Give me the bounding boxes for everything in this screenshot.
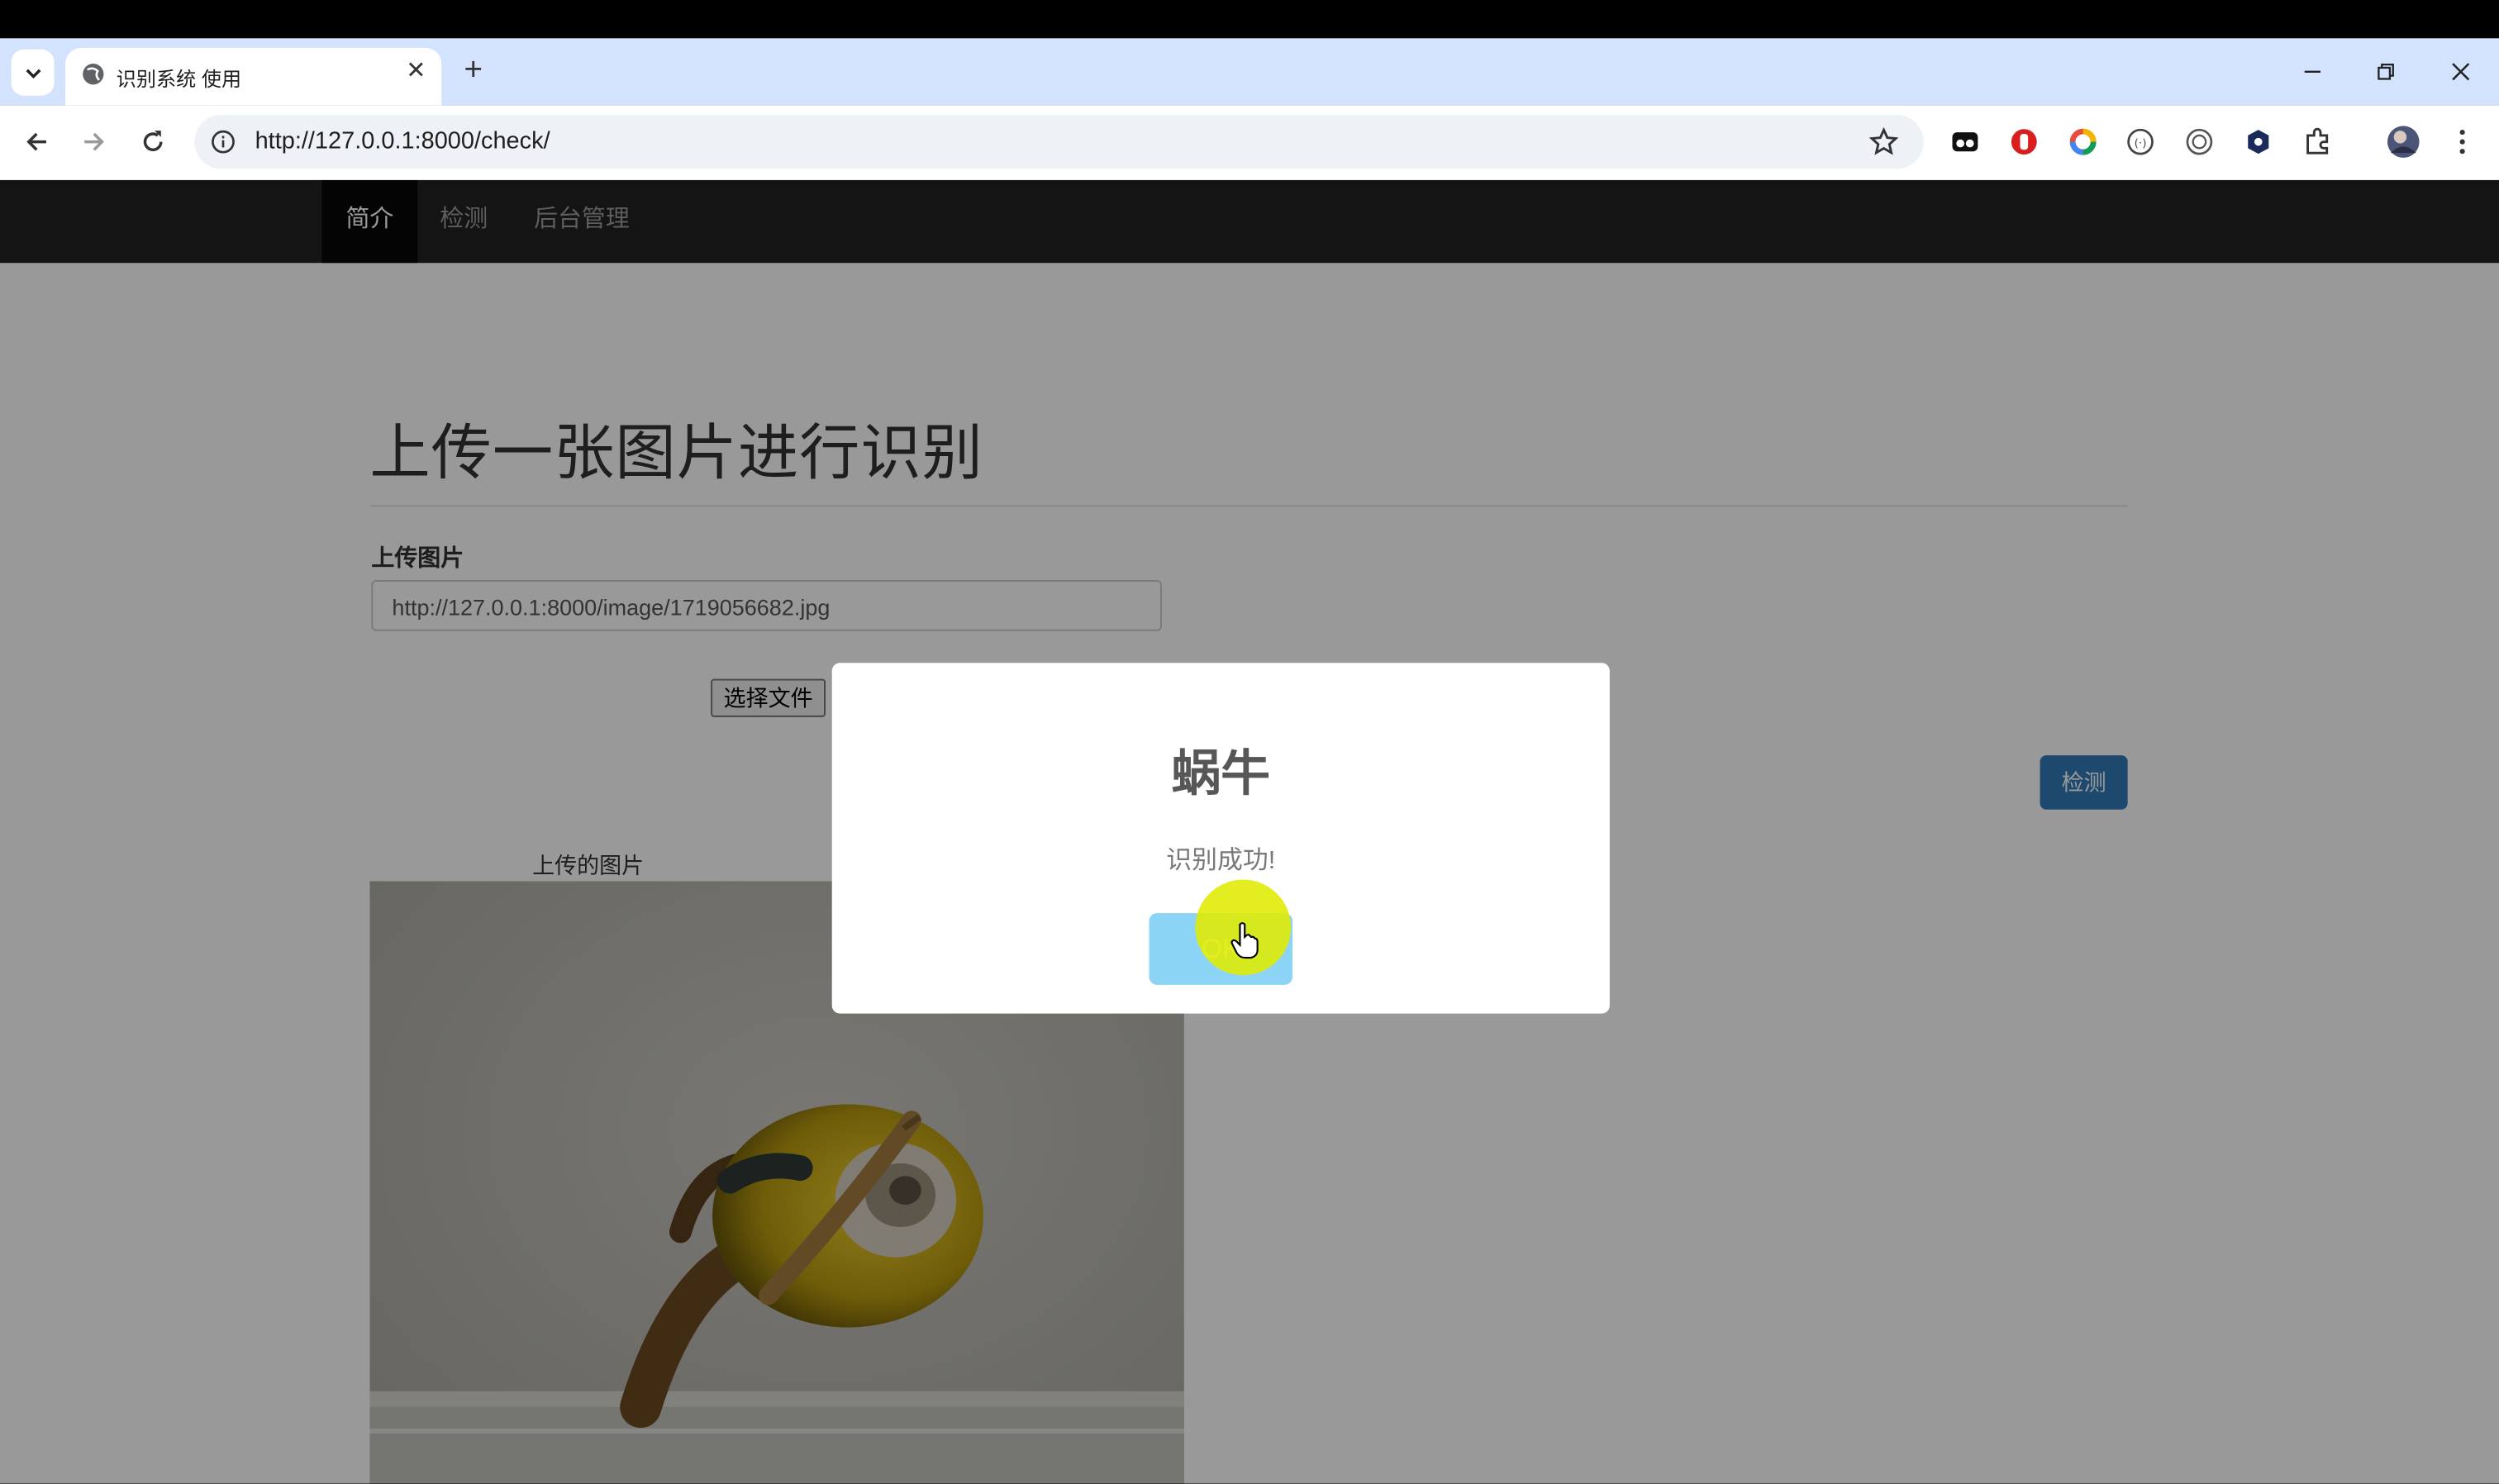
browser-menu-button[interactable] [2444, 124, 2479, 159]
svg-text:(·): (·) [2135, 136, 2147, 150]
reload-icon [143, 131, 163, 152]
extensions-menu-button[interactable] [2300, 124, 2335, 159]
url-text[interactable]: http://127.0.0.1:8000/check/ [255, 127, 550, 155]
avatar-icon [2387, 126, 2420, 158]
close-tab-icon[interactable]: ✕ [402, 55, 431, 84]
globe-icon [83, 64, 104, 85]
new-tab-button[interactable]: + [456, 53, 491, 88]
minimize-button[interactable] [2288, 50, 2336, 94]
back-button[interactable] [16, 122, 57, 160]
close-icon [2452, 63, 2470, 81]
result-message: 识别成功! [1166, 847, 1276, 875]
extension-3[interactable] [2065, 124, 2100, 159]
extension-1[interactable] [1948, 124, 1983, 159]
restore-icon [2378, 63, 2394, 80]
puzzle-icon [2306, 127, 2329, 155]
bookmark-button[interactable] [1866, 124, 1901, 159]
extension-seal-icon [2186, 128, 2213, 155]
tab-search-button[interactable] [11, 49, 55, 96]
star-icon [1869, 127, 1898, 155]
info-icon [212, 130, 235, 154]
extension-2[interactable] [2006, 124, 2041, 159]
screen: 识别系统 使用 ✕ + http://127.0.0.1:8000/check/… [0, 0, 2499, 1484]
kebab-menu-icon [2459, 129, 2465, 155]
extension-6[interactable] [2241, 124, 2276, 159]
result-dialog: 蜗牛 识别成功! OK [831, 663, 1610, 1014]
profile-avatar[interactable] [2386, 124, 2420, 159]
extension-circle-icon: (·) [2127, 128, 2154, 155]
reload-button[interactable] [132, 122, 174, 160]
hand-pointer-icon [1230, 922, 1259, 959]
web-page: 简介 检测 后台管理 上传一张图片进行识别 上传图片 http://127.0.… [0, 179, 2499, 1484]
extension-ring-icon [2069, 128, 2097, 155]
extension-4[interactable]: (·) [2123, 124, 2158, 159]
top-bar [0, 0, 2499, 39]
site-info-button[interactable] [207, 126, 240, 158]
close-window-button[interactable] [2437, 50, 2485, 94]
extension-stop-icon [2011, 129, 2037, 155]
minimize-icon [2304, 70, 2320, 73]
forward-button[interactable] [74, 122, 115, 160]
chevron-down-icon [25, 68, 40, 78]
arrow-left-icon [26, 132, 46, 151]
extension-5[interactable] [2182, 124, 2216, 159]
browser-tab[interactable]: 识别系统 使用 ✕ [65, 47, 442, 106]
tab-title: 识别系统 使用 [116, 68, 242, 91]
result-title: 蜗牛 [1171, 745, 1271, 802]
extension-glasses-icon [1952, 132, 1978, 152]
watermark: @稀土掘金技术社区 [2355, 1458, 2485, 1474]
extension-hexagon-icon [2248, 130, 2269, 155]
arrow-right-icon [84, 132, 104, 151]
restore-button[interactable] [2362, 50, 2410, 94]
